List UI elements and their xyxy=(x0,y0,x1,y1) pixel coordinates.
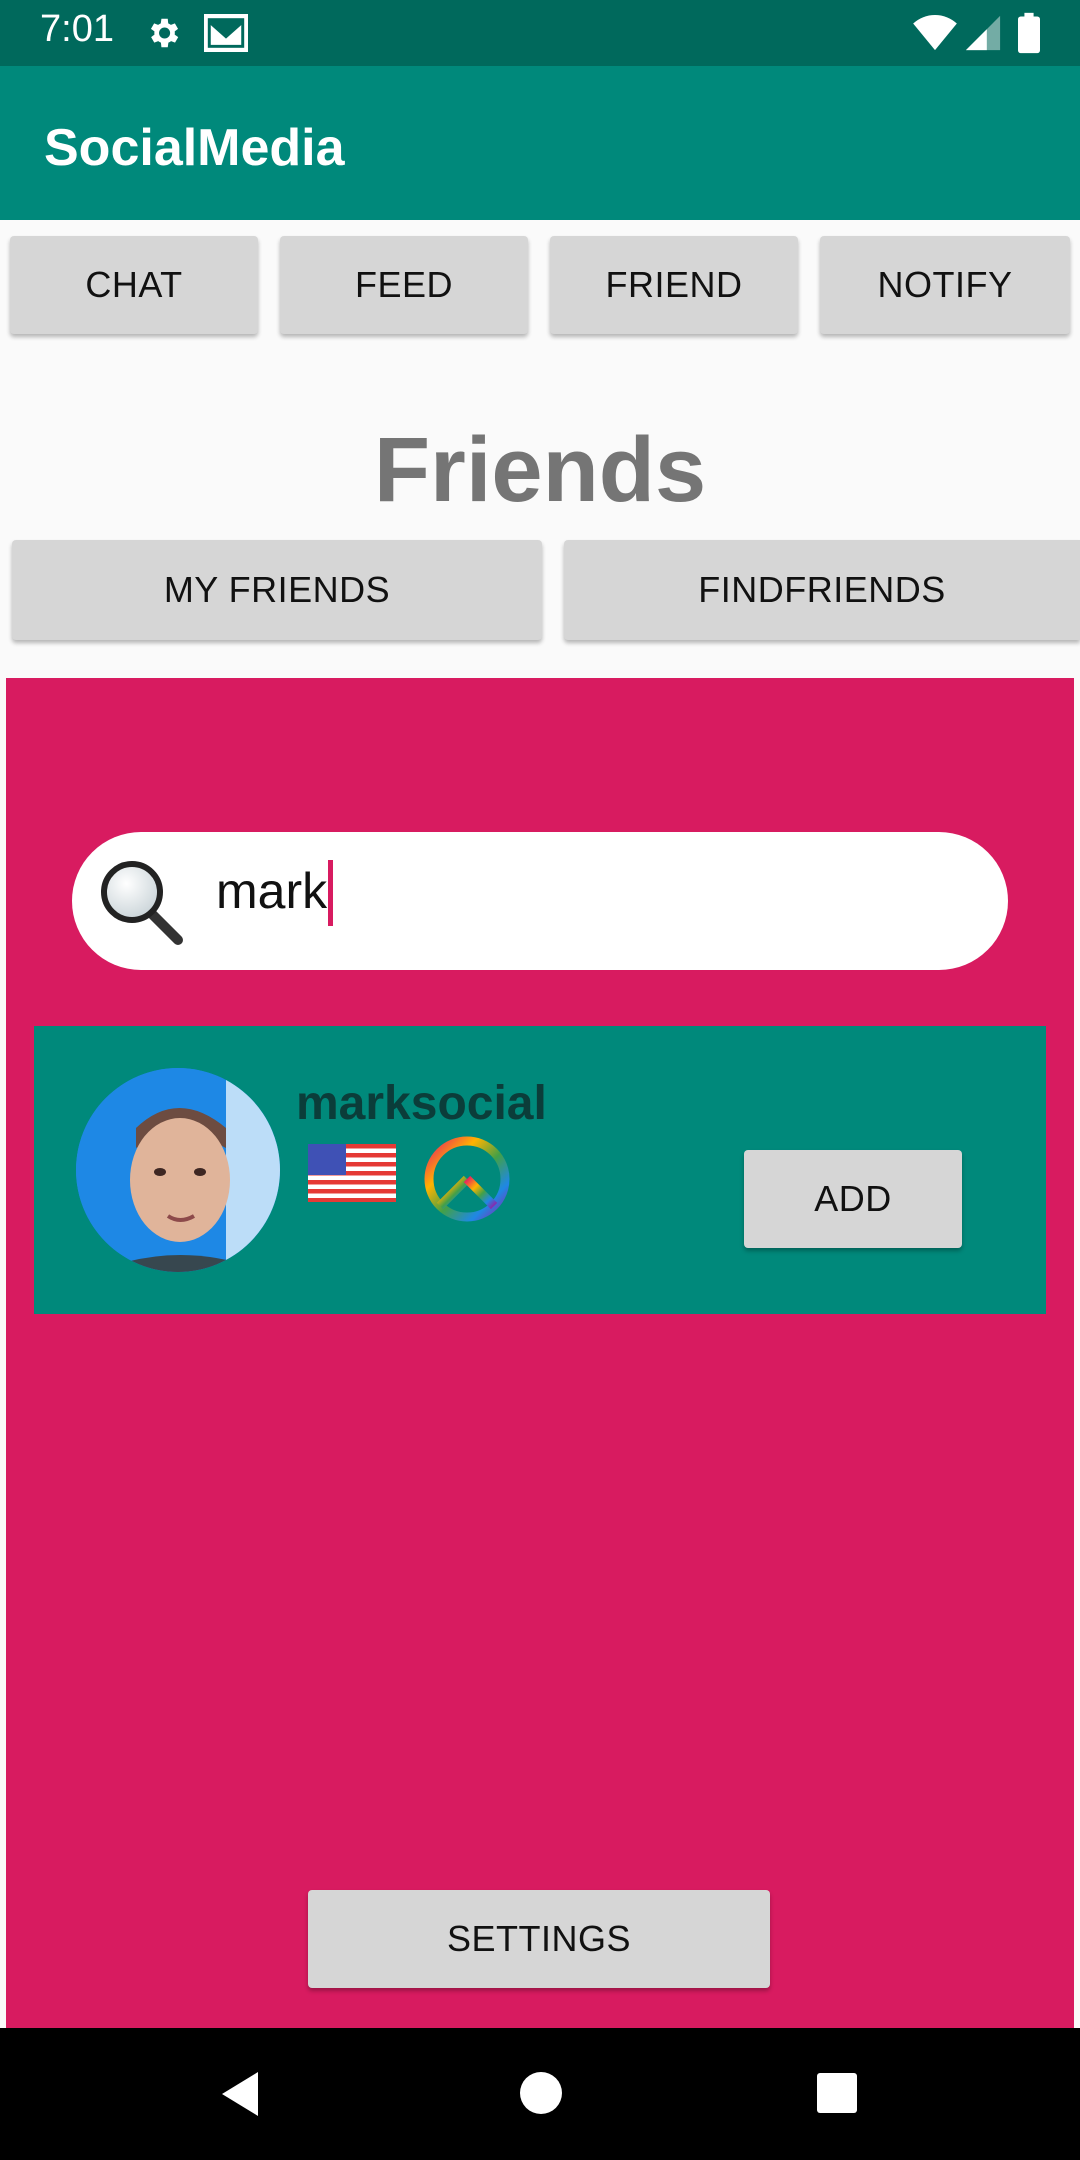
text-cursor xyxy=(328,860,333,926)
app-bar: SocialMedia xyxy=(0,66,1080,220)
friend-button[interactable]: FRIEND xyxy=(550,236,798,334)
peace-sign-icon xyxy=(424,1136,510,1222)
signal-icon xyxy=(965,15,1001,51)
result-username: marksocial xyxy=(296,1077,547,1130)
notify-button[interactable]: NOTIFY xyxy=(820,236,1070,334)
status-bar: 7:01 xyxy=(0,0,1080,66)
app-title: SocialMedia xyxy=(44,119,345,177)
system-nav-bar xyxy=(0,2028,1080,2160)
search-bar[interactable]: mark xyxy=(72,832,1008,970)
chat-button[interactable]: CHAT xyxy=(10,236,258,334)
feed-button[interactable]: FEED xyxy=(280,236,528,334)
back-icon[interactable] xyxy=(218,2070,262,2118)
search-input[interactable]: mark xyxy=(216,862,327,920)
status-time: 7:01 xyxy=(40,8,114,50)
page-title: Friends xyxy=(373,419,707,521)
wifi-icon xyxy=(913,14,957,51)
us-flag-icon xyxy=(308,1144,396,1202)
gmail-icon xyxy=(204,14,248,52)
add-friend-button[interactable]: ADD xyxy=(744,1150,962,1248)
settings-button[interactable]: SETTINGS xyxy=(308,1890,770,1988)
search-icon xyxy=(101,861,183,945)
user-result-card[interactable]: marksocial ADD xyxy=(34,1026,1046,1314)
settings-gear-icon xyxy=(150,18,179,48)
my-friends-button[interactable]: MY FRIENDS xyxy=(12,540,542,640)
recents-icon[interactable] xyxy=(816,2072,858,2114)
battery-icon xyxy=(1018,12,1040,54)
home-icon[interactable] xyxy=(518,2070,564,2116)
find-friends-button[interactable]: FINDFRIENDS xyxy=(564,540,1080,640)
avatar[interactable] xyxy=(76,1068,280,1272)
